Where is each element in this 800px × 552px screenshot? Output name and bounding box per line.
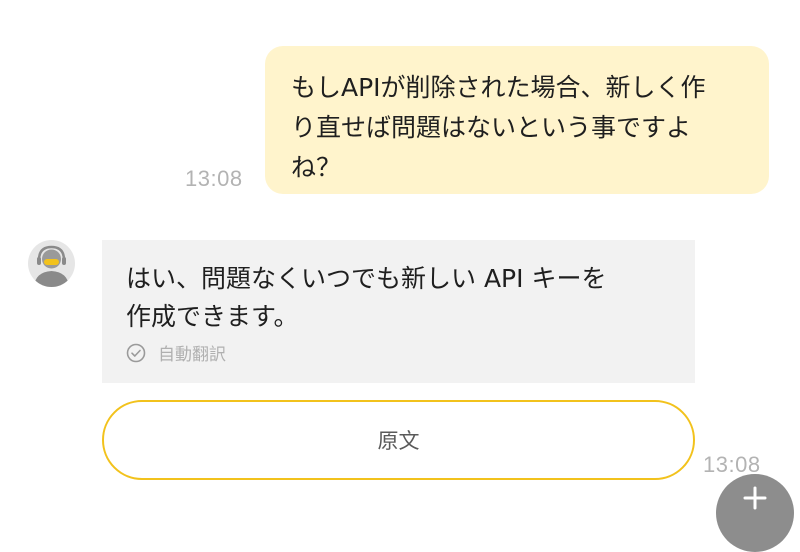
assistant-message-text: はい、問題なくいつでも新しい API キーを 作成できます。 [126,264,607,331]
auto-translate-indicator: 自動翻訳 [126,340,671,365]
fab-button[interactable] [716,474,794,552]
show-original-button[interactable]: 原文 [102,400,695,480]
user-message-time: 13:08 [185,166,243,191]
assistant-message-bubble: はい、問題なくいつでも新しい API キーを 作成できます。 自動翻訳 [102,240,695,383]
user-message-bubble: もしAPIが削除された場合、新しく作 り直せば問題はないという事ですよ ね？ [265,46,769,194]
plus-icon [743,486,767,510]
auto-translate-label: 自動翻訳 [158,345,226,365]
check-circle-icon [126,343,146,362]
assistant-avatar-icon [28,240,75,287]
